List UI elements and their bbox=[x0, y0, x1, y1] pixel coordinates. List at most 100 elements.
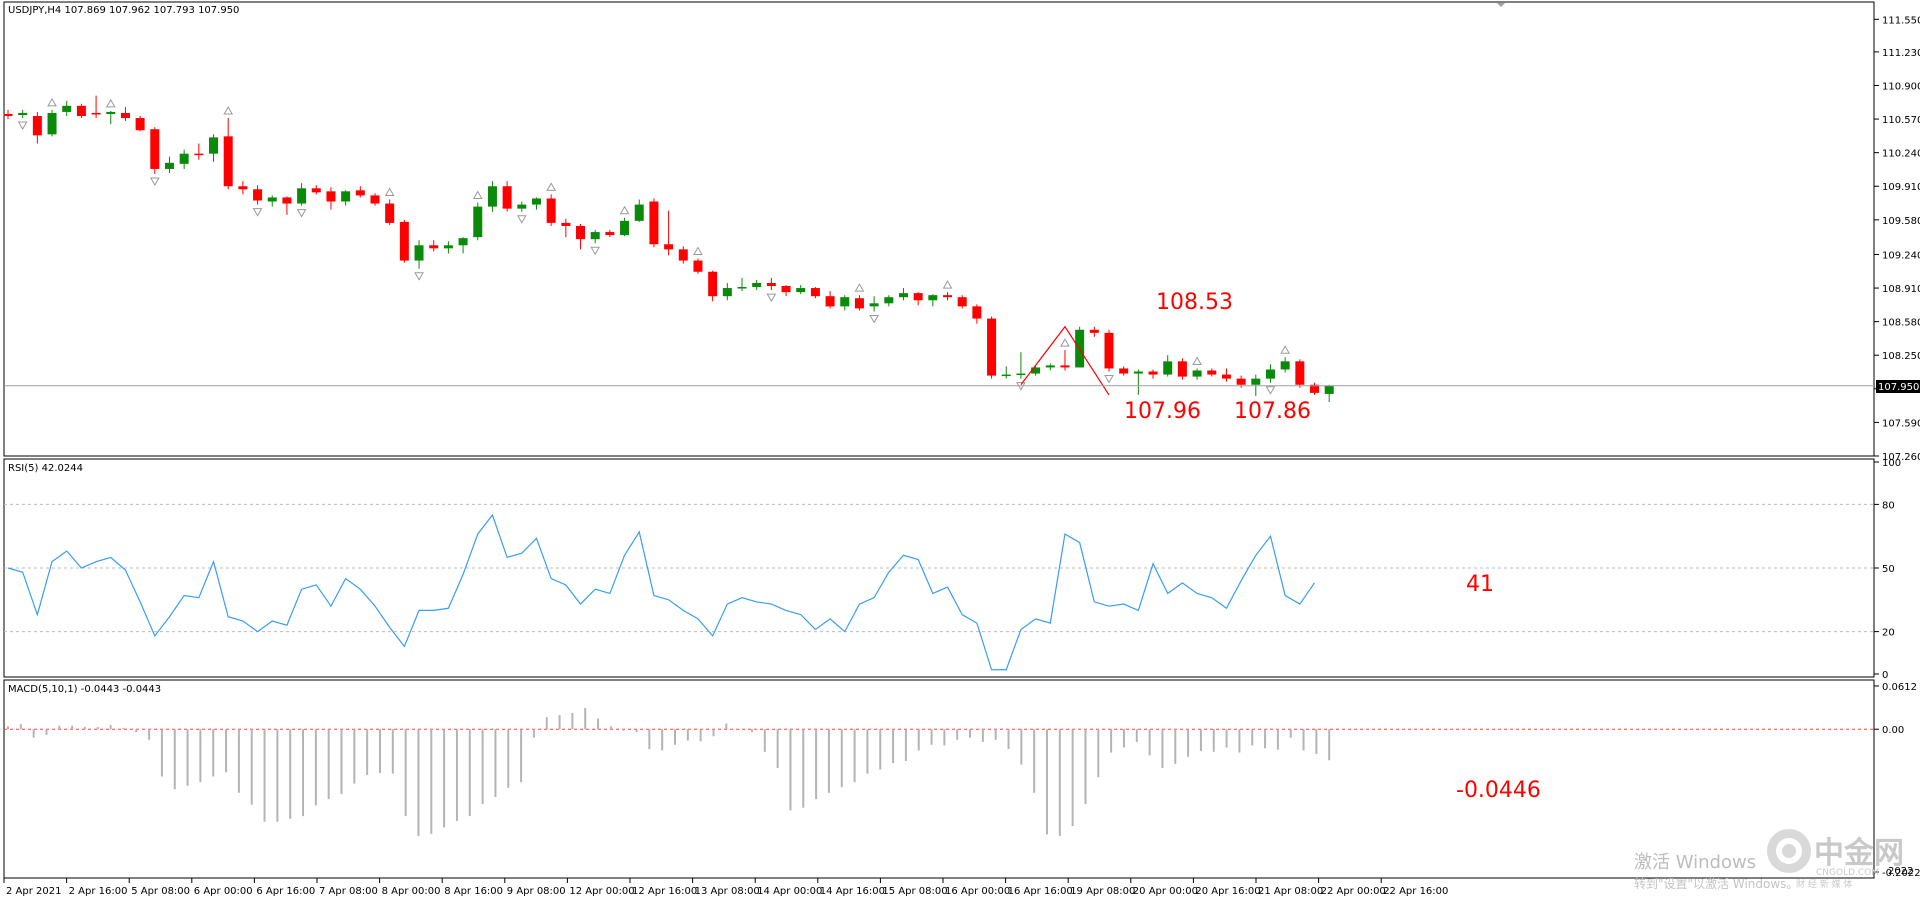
candle-body bbox=[708, 272, 717, 296]
macd-tick-label: 0.00 bbox=[1882, 725, 1904, 736]
annotation-high: 108.53 bbox=[1156, 290, 1233, 315]
rsi-header: RSI(5) 42.0244 bbox=[8, 463, 83, 474]
candle-body bbox=[1251, 379, 1260, 385]
candle-body bbox=[1134, 372, 1143, 374]
candle-body bbox=[77, 106, 86, 116]
candle-body bbox=[1149, 372, 1158, 375]
candle-body bbox=[972, 306, 981, 318]
time-tick-label: 14 Apr 16:00 bbox=[820, 886, 885, 897]
candle-body bbox=[855, 298, 864, 308]
candle-body bbox=[649, 202, 658, 245]
time-tick-label: 2 Apr 16:00 bbox=[69, 886, 128, 897]
time-tick-label: 8 Apr 16:00 bbox=[444, 886, 503, 897]
candle-body bbox=[899, 293, 908, 297]
candle-body bbox=[444, 245, 453, 248]
chart-canvas: 111.550111.230110.900110.570110.240109.9… bbox=[0, 0, 1920, 900]
candle-body bbox=[62, 106, 71, 112]
time-tick-label: 16 Apr 00:00 bbox=[945, 886, 1010, 897]
rsi-pane[interactable]: 1008050200 RSI(5) 42.0244 41 bbox=[4, 458, 1901, 681]
candle-body bbox=[679, 249, 688, 260]
price-tick-label: 111.230 bbox=[1882, 48, 1920, 59]
watermark-line2: 转到"设置"以激活 Windows。 bbox=[1634, 876, 1798, 891]
candle-body bbox=[238, 186, 247, 189]
time-tick-label: 5 Apr 08:00 bbox=[131, 886, 190, 897]
candle-body bbox=[356, 190, 365, 195]
candle-body bbox=[209, 137, 218, 153]
candle-body bbox=[312, 188, 321, 192]
price-tick-label: 107.590 bbox=[1882, 418, 1920, 429]
symbol-header: USDJPY,H4 107.869 107.962 107.793 107.95… bbox=[8, 5, 239, 16]
candle-body bbox=[664, 244, 673, 249]
candle-body bbox=[517, 205, 526, 209]
candle-body bbox=[1090, 330, 1099, 333]
candle-body bbox=[459, 238, 468, 245]
macd-header: MACD(5,10,1) -0.0443 -0.0443 bbox=[8, 684, 161, 695]
candle-body bbox=[987, 319, 996, 376]
current-price-text: 107.950 bbox=[1878, 382, 1919, 393]
price-tick-label: 110.570 bbox=[1882, 115, 1920, 126]
candle-body bbox=[782, 286, 791, 292]
price-tick-label: 109.240 bbox=[1882, 250, 1920, 261]
candle-body bbox=[1060, 365, 1069, 367]
macd-value-label: -0.0446 bbox=[1456, 778, 1541, 803]
candle-body bbox=[48, 113, 57, 134]
candle-body bbox=[341, 191, 350, 201]
time-tick-label: 21 Apr 08:00 bbox=[1258, 886, 1323, 897]
candle-body bbox=[826, 296, 835, 306]
time-tick-label: 12 Apr 16:00 bbox=[632, 886, 697, 897]
candle-body bbox=[18, 113, 27, 115]
candle-body bbox=[1016, 374, 1025, 376]
candle-body bbox=[547, 198, 556, 222]
candle-body bbox=[1178, 361, 1187, 376]
time-tick-label: 6 Apr 00:00 bbox=[194, 886, 253, 897]
price-tick-label: 110.240 bbox=[1882, 149, 1920, 160]
macd-tick-label: 0.0612 bbox=[1882, 682, 1917, 693]
annotation-low-1: 107.96 bbox=[1124, 399, 1201, 424]
candle-body bbox=[943, 295, 952, 297]
time-tick-label: 12 Apr 00:00 bbox=[569, 886, 634, 897]
macd-pane[interactable]: 0.06120.00-0.2022 MACD(5,10,1) -0.0443 -… bbox=[4, 680, 1920, 879]
candle-body bbox=[33, 116, 42, 135]
rsi-tick-label: 0 bbox=[1882, 670, 1888, 681]
candle-body bbox=[1295, 361, 1304, 384]
candle-body bbox=[752, 283, 761, 287]
time-tick-label: 16 Apr 16:00 bbox=[1008, 886, 1073, 897]
candle-body bbox=[723, 288, 732, 296]
annotation-low-2: 107.86 bbox=[1234, 399, 1311, 424]
candle-body bbox=[488, 186, 497, 206]
candle-body bbox=[635, 205, 644, 221]
time-tick-label: 13 Apr 08:00 bbox=[695, 886, 760, 897]
candle-body bbox=[693, 261, 702, 272]
candle-body bbox=[532, 198, 541, 204]
candle-body bbox=[385, 204, 394, 223]
rsi-tick-label: 20 bbox=[1882, 628, 1895, 639]
rsi-value-label: 41 bbox=[1466, 572, 1494, 597]
time-tick-label: 19 Apr 08:00 bbox=[1070, 886, 1135, 897]
price-tick-label: 109.910 bbox=[1882, 182, 1920, 193]
candle-body bbox=[767, 283, 776, 286]
chart-window: 111.550111.230110.900110.570110.240109.9… bbox=[0, 0, 1920, 900]
price-tick-label: 108.910 bbox=[1882, 284, 1920, 295]
price-tick-label: 108.580 bbox=[1882, 318, 1920, 329]
candle-body bbox=[840, 297, 849, 306]
candle-body bbox=[150, 129, 159, 169]
candle-body bbox=[561, 223, 570, 226]
candle-body bbox=[576, 226, 585, 239]
time-tick-label: 15 Apr 08:00 bbox=[882, 886, 947, 897]
candle-body bbox=[1325, 386, 1334, 394]
time-tick-label: 20 Apr 00:00 bbox=[1133, 886, 1198, 897]
time-tick-label: 6 Apr 16:00 bbox=[256, 886, 315, 897]
candle-body bbox=[1237, 379, 1246, 385]
price-pane[interactable]: 111.550111.230110.900110.570110.240109.9… bbox=[4, 2, 1920, 463]
candle-body bbox=[738, 287, 747, 289]
candle-body bbox=[297, 188, 306, 203]
candle-body bbox=[326, 191, 335, 201]
candle-body bbox=[106, 112, 115, 114]
logo-subtitle: 财 经 新 媒 体 bbox=[1796, 878, 1852, 890]
candle-body bbox=[503, 186, 512, 208]
price-tick-label: 110.900 bbox=[1882, 81, 1920, 92]
rsi-tick-label: 80 bbox=[1882, 500, 1895, 511]
candle-body bbox=[371, 195, 380, 203]
candle-body bbox=[253, 189, 262, 200]
candle-body bbox=[268, 197, 277, 201]
